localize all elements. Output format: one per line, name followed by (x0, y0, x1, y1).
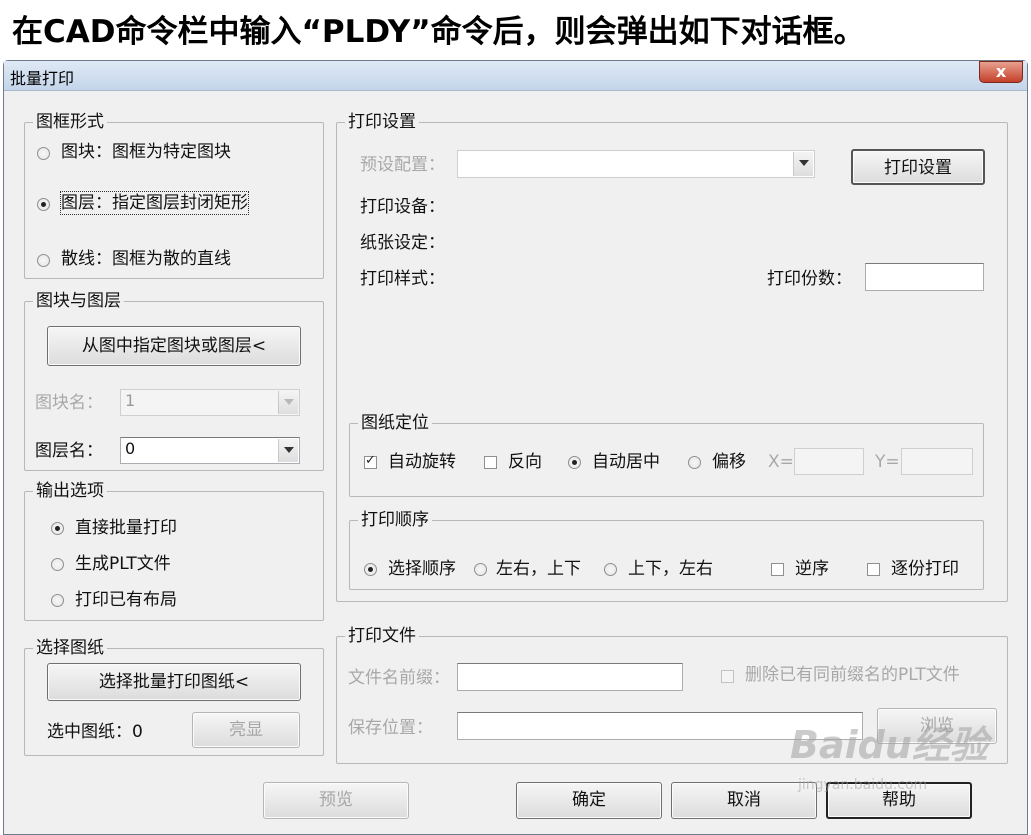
reverse-order-checkbox[interactable] (771, 563, 784, 576)
delete-existing-plt-checkbox[interactable] (721, 670, 734, 683)
headline: 在CAD命令栏中输入“PLDY”命令后，则会弹出如下对话框。 (12, 14, 865, 50)
pick-block-layer-button[interactable]: 从图中指定图块或图层< (47, 326, 301, 366)
auto-center-radio[interactable] (568, 456, 581, 469)
print-style-label: 打印样式： (360, 269, 445, 289)
layer-name-dropdown[interactable]: 0 (120, 437, 300, 464)
print-layouts-label: 打印已有布局 (75, 590, 177, 610)
frame-style-legend: 图框形式 (33, 111, 107, 133)
preset-config-label: 预设配置： (360, 155, 445, 175)
offset-label: 偏移 (712, 452, 746, 472)
layer-dropdown-arrow-icon[interactable] (278, 439, 298, 462)
plt-file-label: 生成PLT文件 (75, 554, 171, 574)
select-paper-legend: 选择图纸 (33, 637, 107, 659)
paper-setting-label: 纸张设定： (360, 233, 445, 253)
offset-y-input[interactable] (901, 448, 973, 475)
order-select-label: 选择顺序 (388, 559, 456, 579)
order-tb-lr-radio[interactable] (604, 563, 617, 576)
print-order-group: 打印顺序 选择顺序 左右，上下 上下，左右 逆序 逐份打印 (349, 509, 984, 590)
preview-button[interactable]: 预览 (263, 782, 409, 819)
title-bar: 批量打印 x (4, 61, 1027, 91)
order-select-radio[interactable] (364, 563, 377, 576)
print-copies-input[interactable] (865, 263, 984, 291)
block-name-value: 1 (125, 391, 136, 410)
offset-x-label: X= (768, 452, 794, 472)
reverse-order-label: 逆序 (795, 559, 829, 579)
copy-by-copy-label: 逐份打印 (891, 559, 959, 579)
baidu-watermark-logo: Baidu经验 (790, 723, 988, 767)
copy-by-copy-checkbox[interactable] (867, 563, 880, 576)
reverse-direction-checkbox[interactable] (484, 456, 497, 469)
block-layer-legend: 图块与图层 (33, 290, 124, 312)
auto-rotate-checkbox[interactable] (364, 453, 377, 469)
print-file-legend: 打印文件 (345, 625, 419, 647)
paper-position-legend: 图纸定位 (358, 412, 432, 434)
print-settings-button[interactable]: 打印设置 (851, 149, 985, 185)
print-layouts-radio[interactable] (51, 594, 64, 607)
print-copies-label: 打印份数： (767, 269, 852, 289)
order-tb-lr-label: 上下，左右 (628, 559, 713, 579)
frame-style-group: 图框形式 图块：图框为特定图块 图层：指定图层封闭矩形 散线：图框为散的直线 (24, 111, 324, 279)
print-device-label: 打印设备： (360, 197, 445, 217)
paper-position-group: 图纸定位 自动旋转 反向 自动居中 偏移 X= Y= (349, 412, 984, 497)
output-options-group: 输出选项 直接批量打印 生成PLT文件 打印已有布局 (24, 480, 324, 621)
selected-papers-count: 选中图纸：0 (47, 722, 143, 742)
baidu-watermark-url: jingyan.baidu.com (798, 777, 928, 793)
reverse-direction-label: 反向 (508, 452, 542, 472)
frame-block-radio[interactable] (37, 147, 50, 160)
ok-button[interactable]: 确定 (516, 782, 662, 819)
order-lr-tb-label: 左右，上下 (496, 559, 581, 579)
block-layer-group: 图块与图层 从图中指定图块或图层< 图块名： 1 图层名： 0 (24, 290, 324, 471)
file-prefix-label: 文件名前缀： (348, 668, 450, 688)
save-location-label: 保存位置： (348, 718, 433, 738)
offset-y-label: Y= (875, 452, 900, 472)
block-dropdown-arrow-icon[interactable] (278, 391, 298, 414)
highlight-button[interactable]: 亮显 (192, 712, 300, 748)
auto-rotate-label: 自动旋转 (388, 452, 456, 472)
preset-dropdown-arrow-icon[interactable] (793, 152, 813, 176)
baidu-watermark: Baidu经验 jingyan.baidu.com (790, 723, 1020, 813)
print-settings-legend: 打印设置 (345, 111, 419, 133)
plt-file-radio[interactable] (51, 558, 64, 571)
file-prefix-input[interactable] (457, 663, 683, 691)
frame-layer-label: 图层：指定图层封闭矩形 (60, 191, 249, 215)
print-order-legend: 打印顺序 (358, 509, 432, 531)
direct-print-label: 直接批量打印 (75, 518, 177, 538)
order-lr-tb-radio[interactable] (474, 563, 487, 576)
frame-layer-radio[interactable] (37, 198, 50, 211)
preset-config-dropdown[interactable] (457, 150, 815, 178)
block-name-label: 图块名： (35, 393, 103, 413)
layer-name-value: 0 (125, 439, 136, 458)
output-options-legend: 输出选项 (33, 480, 107, 502)
block-name-dropdown[interactable]: 1 (120, 389, 300, 416)
batch-print-dialog: 批量打印 x 图框形式 图块：图框为特定图块 图层：指定图层封闭矩形 散线：图框… (3, 60, 1028, 835)
offset-x-input[interactable] (794, 448, 864, 475)
offset-radio[interactable] (688, 456, 701, 469)
auto-center-label: 自动居中 (592, 452, 660, 472)
dialog-title: 批量打印 (10, 69, 75, 88)
direct-print-radio[interactable] (51, 522, 64, 535)
select-papers-button[interactable]: 选择批量打印图纸< (47, 663, 301, 701)
frame-lines-radio[interactable] (37, 254, 50, 267)
delete-existing-plt-label: 删除已有同前缀名的PLT文件 (745, 665, 960, 685)
close-button[interactable]: x (979, 61, 1023, 83)
select-paper-group: 选择图纸 选择批量打印图纸< 选中图纸：0 亮显 (24, 637, 324, 756)
print-settings-group: 打印设置 预设配置： 打印设置 打印设备： 纸张设定： 打印样式： 打印份数： … (336, 111, 1008, 602)
layer-name-label: 图层名： (35, 441, 103, 461)
frame-lines-label: 散线：图框为散的直线 (61, 249, 231, 269)
frame-block-label: 图块：图框为特定图块 (61, 142, 231, 162)
